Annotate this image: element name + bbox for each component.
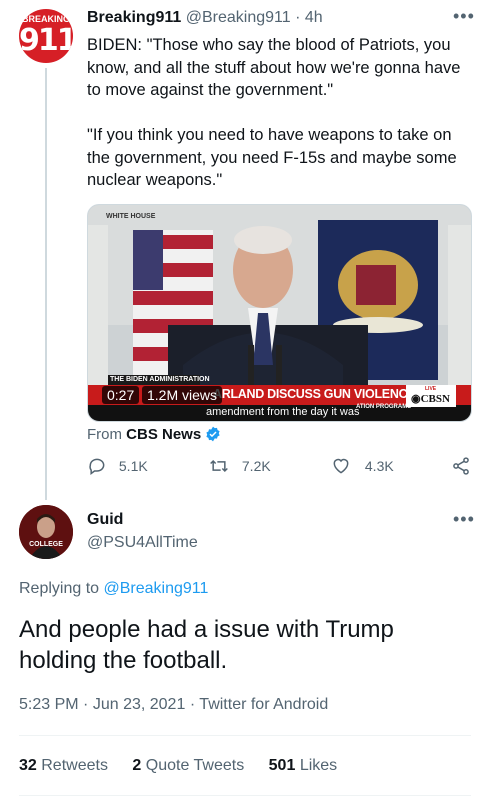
replying-to: Replying to @Breaking911 [19, 580, 208, 598]
likes-stat[interactable]: 501 Likes [269, 757, 338, 774]
like-count: 4.3K [364, 458, 394, 474]
like-action[interactable]: 4.3K [331, 456, 394, 480]
reply-more-icon[interactable]: ••• [453, 509, 475, 530]
tweet-header: Breaking911 @Breaking911 · 4h [87, 9, 323, 27]
meta-dot-2: · [189, 696, 196, 713]
replying-handle-link[interactable]: @Breaking911 [104, 580, 209, 597]
author-name[interactable]: Breaking911 [87, 9, 181, 26]
reply-date[interactable]: Jun 23, 2021 [93, 696, 186, 713]
network-logo: ◉CBSN [411, 393, 450, 405]
engagement-stats: 32 Retweets 2 Quote Tweets 501 Likes [19, 757, 337, 775]
reply-icon [89, 458, 105, 475]
guid-avatar[interactable]: COLLEGE [19, 505, 73, 559]
retweet-count: 7.2K [241, 458, 271, 474]
divider [19, 735, 471, 736]
quotes-stat[interactable]: 2 Quote Tweets [132, 757, 244, 774]
video-media[interactable]: WHITE HOUSE THE BIDEN ADMINISTRATION ARL… [87, 204, 472, 422]
header-separator: · [295, 9, 301, 26]
video-timecode: 0:27 [102, 386, 140, 404]
quotes-label: Quote Tweets [145, 757, 245, 774]
retweet-action[interactable]: 7.2K [208, 456, 271, 480]
share-action[interactable] [451, 456, 471, 480]
more-icon[interactable]: ••• [453, 6, 475, 27]
reply-count: 5.1K [118, 458, 148, 474]
news-caption: amendment from the day it was [206, 406, 360, 418]
reply-timestamp: 5:23 PM · Jun 23, 2021 · Twitter for And… [19, 696, 328, 714]
reply-author-name[interactable]: Guid [87, 511, 123, 529]
retweets-label: Retweets [41, 757, 108, 774]
replying-prefix: Replying to [19, 580, 100, 597]
avatar-brand-number: 911 [19, 23, 73, 58]
retweets-stat[interactable]: 32 Retweets [19, 757, 108, 774]
divider-bottom [19, 795, 471, 796]
tweet-text: BIDEN: "Those who say the blood of Patri… [87, 36, 461, 189]
source-name[interactable]: CBS News [126, 426, 201, 443]
likes-count: 501 [268, 757, 296, 774]
avatar-image [19, 505, 73, 559]
reply-time[interactable]: 5:23 PM [19, 696, 79, 713]
tweet-time[interactable]: 4h [305, 9, 323, 26]
quotes-count: 2 [132, 757, 142, 774]
reply-action[interactable]: 5.1K [87, 456, 148, 480]
media-source[interactable]: From CBS News [87, 426, 221, 443]
thread-connector [45, 68, 47, 500]
likes-label: Likes [299, 757, 338, 774]
news-tag: ATION PROGRAMS [356, 404, 412, 410]
source-prefix: From [87, 426, 122, 443]
breaking911-avatar[interactable]: BREAKING 911 [19, 9, 73, 63]
meta-dot: · [83, 696, 89, 713]
author-handle[interactable]: @Breaking911 [186, 9, 291, 26]
reply-text: And people had a issue with Trump holdin… [19, 616, 394, 674]
retweets-count: 32 [19, 757, 37, 774]
banner-top: THE BIDEN ADMINISTRATION [110, 376, 210, 383]
video-views: 1.2M views [142, 386, 223, 404]
news-headline: ARLAND DISCUSS GUN VIOLENCE [213, 387, 416, 401]
reply-author-handle[interactable]: @PSU4AllTime [87, 534, 198, 552]
retweet-icon [210, 459, 228, 473]
share-icon [453, 457, 469, 475]
verified-icon [206, 426, 220, 442]
reply-client[interactable]: Twitter for Android [199, 696, 328, 713]
like-icon [333, 458, 349, 474]
corner-label: WHITE HOUSE [106, 213, 156, 220]
avatar-college-text: COLLEGE [29, 541, 63, 548]
network-name: CBSN [420, 393, 450, 405]
